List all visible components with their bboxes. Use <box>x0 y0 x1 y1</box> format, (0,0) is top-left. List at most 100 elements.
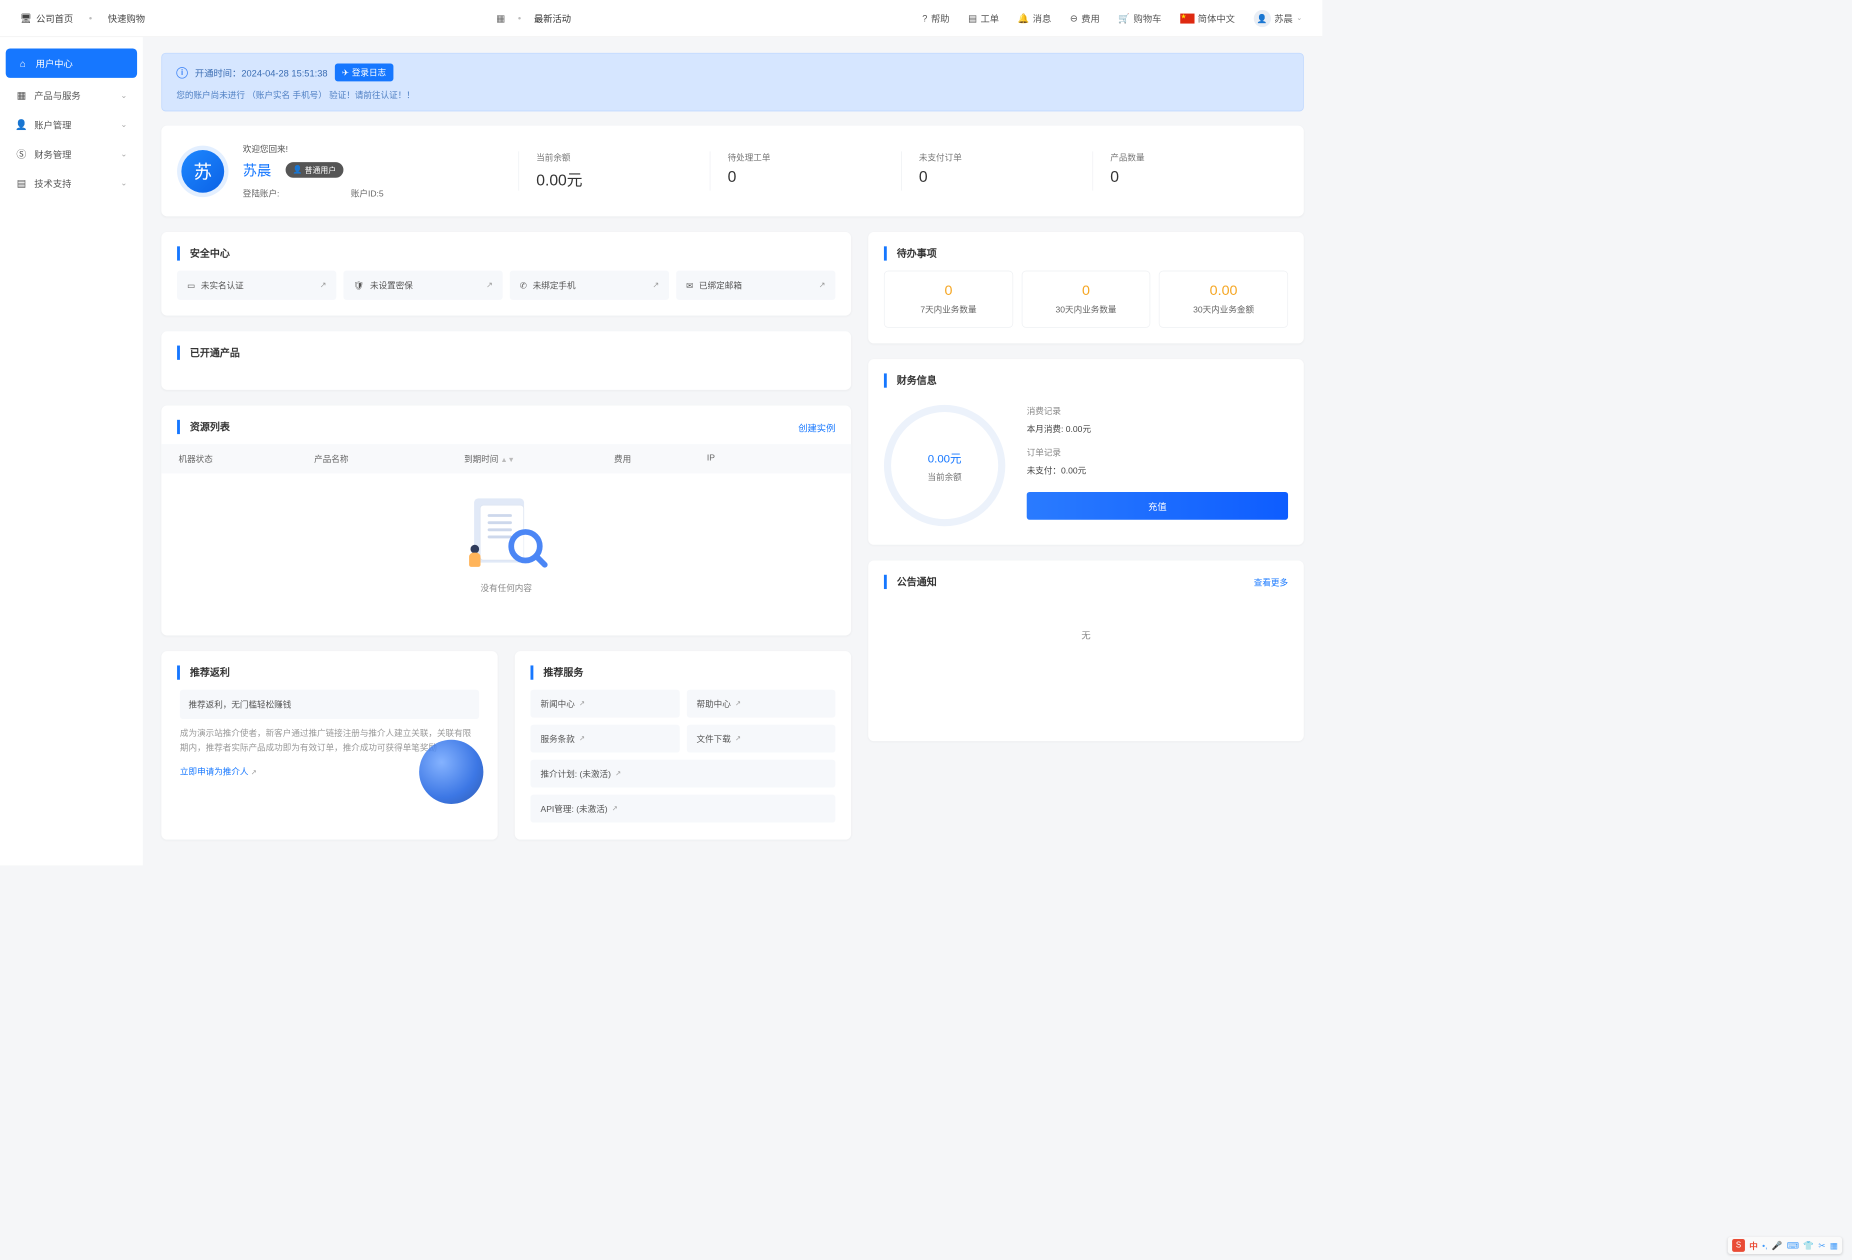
todo-title: 待办事项 <box>884 246 937 260</box>
external-icon: ↗ <box>735 735 741 743</box>
cart-link[interactable]: 🛒购物车 <box>1118 11 1161 25</box>
consume-record-label[interactable]: 消费记录 <box>1027 405 1288 417</box>
security-realname[interactable]: ▭未实名认证↗ <box>177 271 336 300</box>
sidebar-item-finance[interactable]: Ⓢ财务管理⌄ <box>0 139 143 168</box>
apps-grid-icon[interactable]: ▦ <box>496 12 505 23</box>
sidebar-item-label: 财务管理 <box>34 147 71 161</box>
ticket-icon: ▤ <box>968 12 977 23</box>
security-title: 安全中心 <box>177 246 230 260</box>
service-help[interactable]: 帮助中心↗ <box>687 690 836 718</box>
order-record-label[interactable]: 订单记录 <box>1027 446 1288 458</box>
chevron-down-icon: ⌄ <box>1296 14 1302 22</box>
list-icon: ▤ <box>16 177 27 188</box>
resources-table-header: 机器状态 产品名称 到期时间▲▼ 费用 IP <box>161 444 851 473</box>
service-api[interactable]: API管理: (未激活)↗ <box>531 795 836 823</box>
empty-illustration <box>467 495 546 574</box>
send-icon: ✈ <box>342 67 349 77</box>
announcement-empty: 无 <box>868 599 1304 670</box>
ime-logo-icon: S <box>1732 1239 1745 1252</box>
sidebar-item-label: 账户管理 <box>34 118 71 132</box>
finance-card: 财务信息 0.00元 当前余额 消费记录 本月消费: 0.00元 订单记录 未支… <box>868 359 1304 545</box>
messages-link[interactable]: 🔔消息 <box>1018 11 1052 25</box>
sidebar-item-support[interactable]: ▤技术支持⌄ <box>0 169 143 198</box>
external-icon: ↗ <box>612 805 618 813</box>
china-flag-icon <box>1180 13 1194 23</box>
sidebar-item-products[interactable]: ▦ 产品与服务 ⌄ <box>0 81 143 110</box>
opened-time-label: 开通时间：2024-04-28 15:51:38 <box>195 66 328 80</box>
finance-title: 财务信息 <box>884 373 937 387</box>
sidebar: ⌂用户中心 ▦ 产品与服务 ⌄ 👤账户管理⌄ Ⓢ 财务管理 ⌄ ▤技术支持⌄ <box>0 37 143 865</box>
todo-7day: 07天内业务数量 <box>884 271 1013 328</box>
col-ip[interactable]: IP <box>707 453 793 465</box>
ime-punct-icon[interactable]: •, <box>1762 1240 1767 1250</box>
recharge-button[interactable]: 充值 <box>1027 492 1288 520</box>
user-level-badge: 👤普通用户 <box>286 162 344 178</box>
announcement-card: 公告通知 查看更多 无 <box>868 560 1304 741</box>
col-status[interactable]: 机器状态 <box>179 453 308 465</box>
stat-balance: 当前余额0.00元 <box>518 151 709 190</box>
resources-title: 资源列表 <box>177 420 230 434</box>
language-switch[interactable]: 简体中文 <box>1180 11 1235 25</box>
service-news[interactable]: 新闻中心↗ <box>531 690 680 718</box>
ime-skin-icon[interactable]: 👕 <box>1803 1240 1814 1250</box>
tickets-link[interactable]: ▤工单 <box>968 11 999 25</box>
col-product-name[interactable]: 产品名称 <box>314 453 457 465</box>
home-link[interactable]: 🖥公司首页 <box>20 11 73 25</box>
topbar: 🖥公司首页 • 快速购物 ▦ • 最新活动 ?帮助 ▤工单 🔔消息 ⊖费用 🛒购… <box>0 0 1322 37</box>
opened-title: 已开通产品 <box>177 346 240 360</box>
stat-unpaid: 未支付订单0 <box>901 151 1092 190</box>
user-menu[interactable]: 👤苏晨⌄ <box>1254 10 1303 27</box>
unpaid-amount: 未支付：0.00元 <box>1027 464 1288 476</box>
bell-icon: 🔔 <box>1018 12 1030 23</box>
account-id: 账户ID:5 <box>351 187 384 199</box>
info-icon: i <box>176 67 187 78</box>
chevron-down-icon: ⌄ <box>121 91 128 100</box>
latest-activity-link[interactable]: 最新活动 <box>534 11 571 25</box>
welcome-text: 欢迎您回来! <box>243 143 500 155</box>
security-center-card: 安全中心 ▭未实名认证↗ 🛡未设置密保↗ ✆未绑定手机↗ ✉已绑定邮箱↗ <box>161 232 851 316</box>
service-referral-plan[interactable]: 推介计划: (未激活)↗ <box>531 760 836 788</box>
quick-shop-link[interactable]: 快速购物 <box>108 11 145 25</box>
service-download[interactable]: 文件下载↗ <box>687 725 836 753</box>
apply-referral-link[interactable]: 立即申请为推介人 ↗ <box>180 767 257 777</box>
separator: • <box>518 13 521 24</box>
todo-card: 待办事项 07天内业务数量 030天内业务数量 0.0030天内业务金额 <box>868 232 1304 343</box>
sidebar-item-user-center[interactable]: ⌂用户中心 <box>6 49 137 78</box>
separator: • <box>89 13 92 24</box>
referral-card: 推荐返利 推荐返利，无门槛轻松赚钱 成为演示站推介使者，新客户通过推广链接注册与… <box>161 651 497 839</box>
ime-lang[interactable]: 中 <box>1749 1239 1758 1251</box>
login-log-button[interactable]: ✈登录日志 <box>335 64 394 82</box>
stat-tickets: 待处理工单0 <box>710 151 901 190</box>
dollar-icon: Ⓢ <box>16 148 27 159</box>
referral-subtitle: 推荐返利，无门槛轻松赚钱 <box>180 690 479 719</box>
grid-icon: ▦ <box>16 90 27 101</box>
mail-icon: ✉ <box>686 280 693 290</box>
sidebar-item-label: 产品与服务 <box>34 89 80 103</box>
service-tos[interactable]: 服务条款↗ <box>531 725 680 753</box>
fees-link[interactable]: ⊖费用 <box>1070 11 1100 25</box>
security-email[interactable]: ✉已绑定邮箱↗ <box>676 271 835 300</box>
ime-menu-icon[interactable]: ▦ <box>1830 1240 1838 1250</box>
security-phone[interactable]: ✆未绑定手机↗ <box>510 271 669 300</box>
sidebar-item-label: 用户中心 <box>36 56 73 70</box>
ime-toolbar[interactable]: S 中 •, 🎤 ⌨ 👕 ✂ ▦ <box>1728 1237 1842 1254</box>
user-name: 苏晨 <box>243 159 272 180</box>
external-icon: ↗ <box>819 281 826 290</box>
globe-illustration <box>419 740 483 804</box>
help-link[interactable]: ?帮助 <box>922 11 949 25</box>
create-instance-link[interactable]: 创建实例 <box>798 420 835 434</box>
view-more-link[interactable]: 查看更多 <box>1254 576 1288 588</box>
ime-keyboard-icon[interactable]: ⌨ <box>1787 1240 1799 1250</box>
todo-30day-count: 030天内业务数量 <box>1021 271 1150 328</box>
ime-tool-icon[interactable]: ✂ <box>1818 1240 1825 1250</box>
col-fee[interactable]: 费用 <box>614 453 700 465</box>
security-secret[interactable]: 🛡未设置密保↗ <box>343 271 502 300</box>
ime-mic-icon[interactable]: 🎤 <box>1772 1240 1783 1250</box>
announcement-title: 公告通知 <box>884 575 937 589</box>
services-title: 推荐服务 <box>531 665 584 679</box>
chevron-down-icon: ⌄ <box>121 179 128 188</box>
sidebar-item-account[interactable]: 👤账户管理⌄ <box>0 110 143 139</box>
col-expiry[interactable]: 到期时间▲▼ <box>464 453 607 465</box>
external-icon: ↗ <box>486 281 493 290</box>
external-icon: ↗ <box>652 281 659 290</box>
